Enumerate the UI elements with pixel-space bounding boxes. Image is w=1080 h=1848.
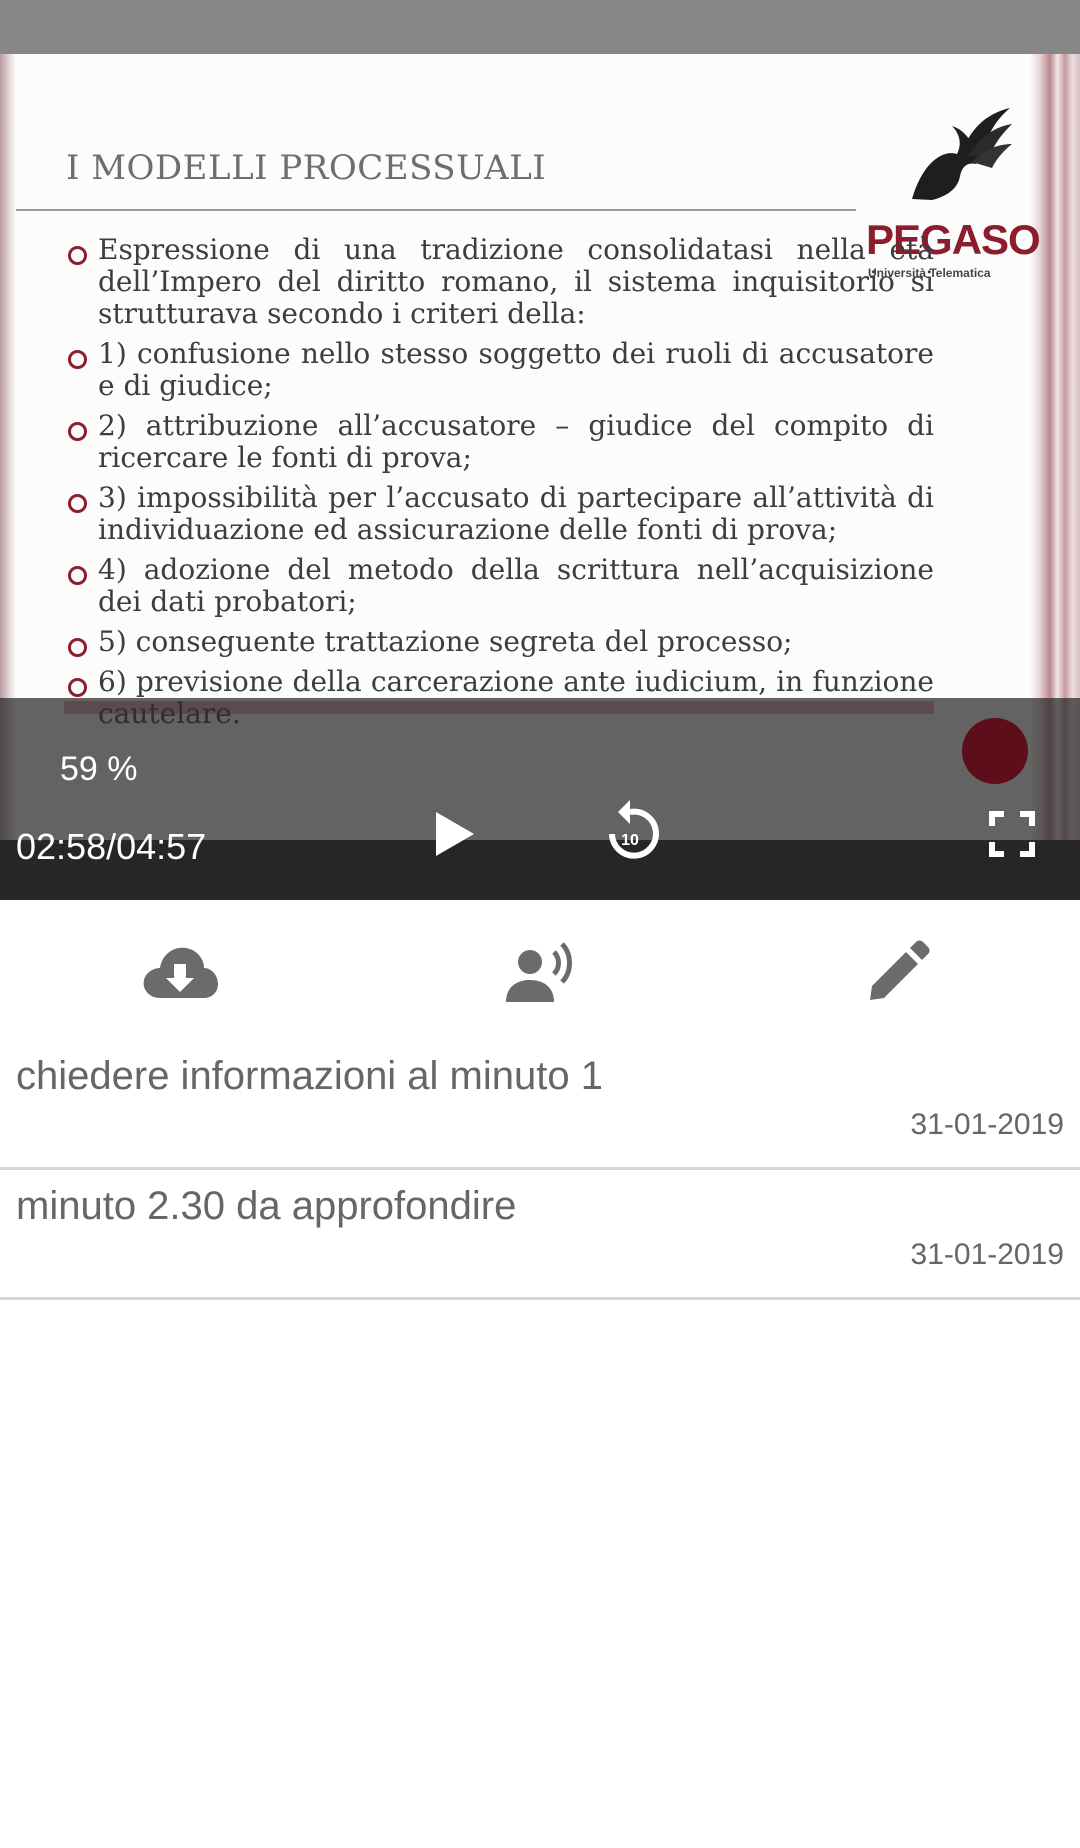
progress-percent: 59 %: [60, 750, 138, 788]
slide-bullet: Espressione di una tradizione consolidat…: [64, 234, 934, 330]
slide-bullet-list: Espressione di una tradizione consolidat…: [64, 234, 934, 738]
playback-time: 02:58/04:57: [16, 826, 207, 867]
cloud-download-icon[interactable]: [140, 938, 220, 1008]
slide-title: I MODELLI PROCESSUALI: [66, 148, 547, 188]
play-button[interactable]: [432, 810, 476, 858]
replay-seconds-label: 10: [621, 832, 639, 849]
slide-bullet: 3) impossibilità per l’accusato di parte…: [64, 482, 934, 546]
status-bar: [0, 0, 1080, 54]
notes-list: chiedere informazioni al minuto 1 31-01-…: [0, 1040, 1080, 1300]
note-text: minuto 2.30 da approfondire: [16, 1184, 517, 1228]
slide-title-divider: [16, 209, 856, 211]
slide-bullet: 5) conseguente trattazione segreta del p…: [64, 626, 934, 658]
note-item[interactable]: chiedere informazioni al minuto 1 31-01-…: [0, 1040, 1080, 1170]
note-text: chiedere informazioni al minuto 1: [16, 1054, 603, 1098]
slide-bullet: 2) attribuzione all’accusatore – giudice…: [64, 410, 934, 474]
replay-icon: 10: [609, 800, 659, 859]
video-player[interactable]: I MODELLI PROCESSUALI PEGASO Università …: [0, 54, 1080, 900]
slide-bullet: 4) adozione del metodo della scrittura n…: [64, 554, 934, 618]
note-actions-bar: [0, 900, 1080, 1040]
record-voice-icon[interactable]: [500, 938, 580, 1008]
slide-record-dot: [962, 718, 1028, 784]
note-date: 31-01-2019: [910, 1108, 1064, 1141]
note-date: 31-01-2019: [910, 1238, 1064, 1271]
slide-bullet: 1) confusione nello stesso soggetto dei …: [64, 338, 934, 402]
pegasus-icon: [912, 108, 1012, 200]
note-item[interactable]: minuto 2.30 da approfondire 31-01-2019: [0, 1170, 1080, 1300]
fullscreen-button[interactable]: [988, 810, 1036, 858]
pencil-icon[interactable]: [860, 938, 940, 1008]
replay-10-button[interactable]: 10: [598, 798, 662, 868]
